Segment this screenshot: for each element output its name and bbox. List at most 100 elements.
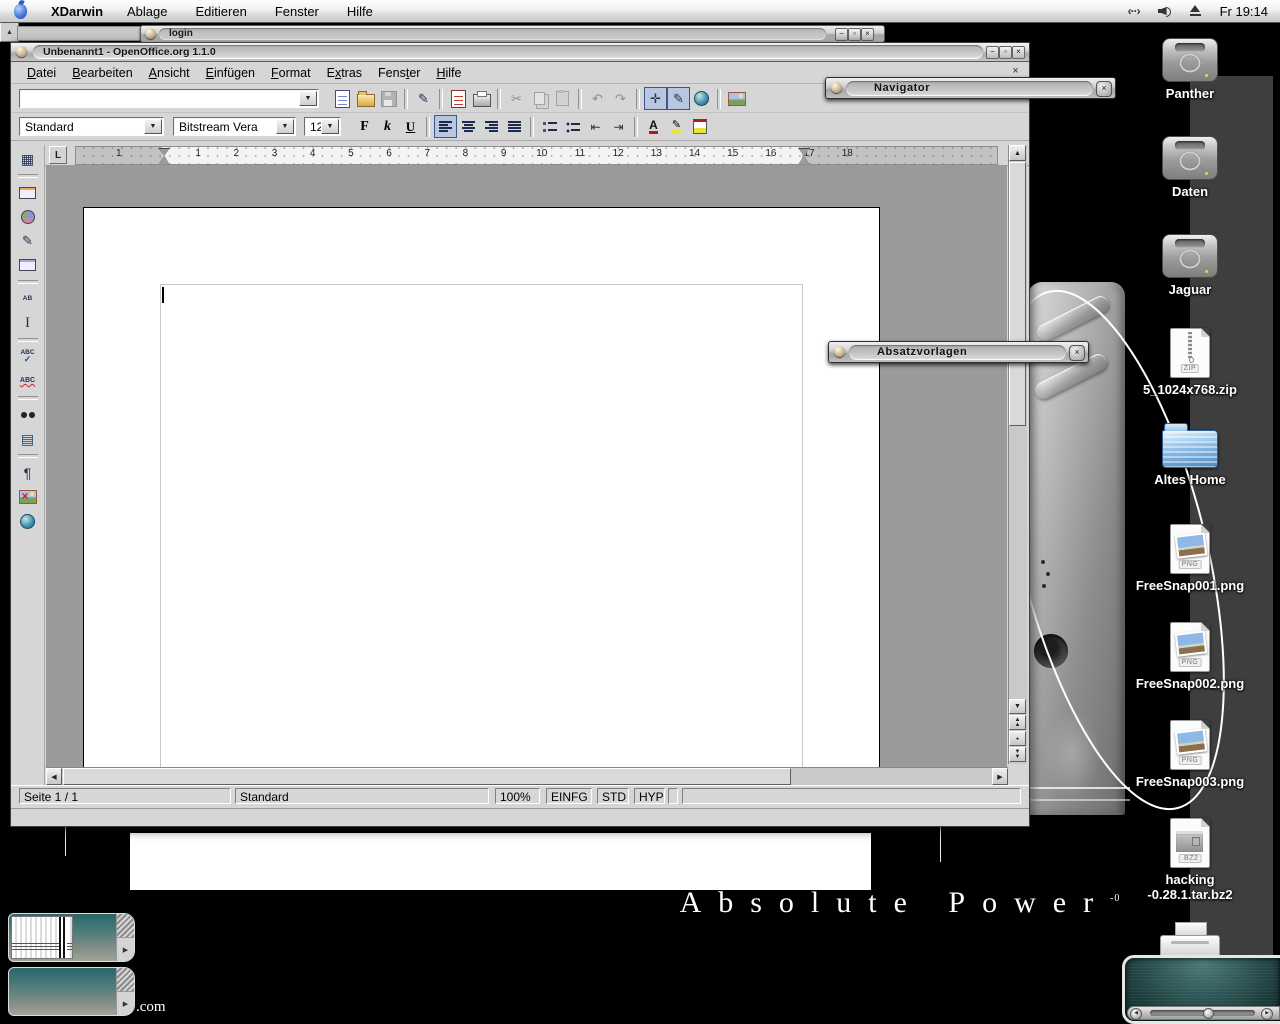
previous-page-button[interactable]: ▲▲ bbox=[1009, 715, 1026, 730]
dropdown-arrow-icon[interactable]: ▼ bbox=[299, 91, 317, 106]
horizontal-scroll-thumb[interactable] bbox=[63, 768, 791, 785]
edit-file-button[interactable]: ✎ bbox=[412, 87, 435, 110]
status-zoom[interactable]: 100% bbox=[495, 788, 540, 804]
desktop-icon-freesnap001[interactable]: PNG FreeSnap001.png bbox=[1125, 524, 1255, 593]
save-button[interactable] bbox=[377, 87, 400, 110]
menu-item[interactable]: Bearbeiten bbox=[64, 66, 140, 80]
close-button[interactable]: × bbox=[1096, 81, 1112, 97]
stylist-toggle-button[interactable]: ✎ bbox=[667, 87, 690, 110]
align-center-button[interactable] bbox=[457, 115, 480, 138]
close-button[interactable]: × bbox=[1069, 345, 1085, 361]
numbered-list-button[interactable] bbox=[538, 115, 561, 138]
menu-item[interactable]: Ansicht bbox=[141, 66, 198, 80]
italic-button[interactable]: k bbox=[376, 115, 399, 138]
desktop-icon-zip-file[interactable]: ZIP 5_1024x768.zip bbox=[1125, 328, 1255, 397]
scroll-up-button[interactable]: ▲ bbox=[1009, 145, 1026, 161]
dropdown-arrow-icon[interactable]: ▼ bbox=[321, 119, 339, 134]
underline-button[interactable]: U bbox=[399, 115, 422, 138]
align-left-button[interactable] bbox=[434, 115, 457, 138]
scroll-left-button[interactable]: ◀ bbox=[46, 768, 62, 785]
slider-knob[interactable] bbox=[1203, 1008, 1214, 1019]
desktop-icon-panther[interactable]: Panther bbox=[1125, 38, 1255, 101]
scroll-right-knob[interactable]: ▶ bbox=[1261, 1008, 1273, 1020]
new-document-button[interactable] bbox=[331, 87, 354, 110]
navigation-dot-button[interactable]: ● bbox=[1009, 731, 1026, 746]
network-status-icon[interactable]: ‹··› bbox=[1128, 4, 1140, 18]
draw-functions-button[interactable]: ✎ bbox=[15, 229, 40, 253]
find-replace-button[interactable] bbox=[15, 403, 40, 427]
expand-arrow-icon[interactable]: ▶ bbox=[117, 992, 134, 1015]
desktop-icon-hacking-archive[interactable]: .BZ2 hacking -0.28.1.tar.bz2 bbox=[1125, 818, 1255, 902]
nonprinting-characters-button[interactable]: ¶ bbox=[15, 461, 40, 485]
autotext-button[interactable]: AB bbox=[15, 287, 40, 311]
openoffice-titlebar[interactable]: Unbenannt1 - OpenOffice.org 1.1.0 − ▫ × bbox=[11, 43, 1029, 62]
close-button[interactable]: × bbox=[1012, 46, 1025, 59]
window-knob[interactable] bbox=[834, 346, 845, 357]
hyperlink-button[interactable] bbox=[690, 87, 713, 110]
dropdown-arrow-icon[interactable]: ▼ bbox=[276, 119, 294, 134]
data-sources-button[interactable]: ▤ bbox=[15, 427, 40, 451]
increase-indent-button[interactable]: ⇥ bbox=[607, 115, 630, 138]
text-cursor-button[interactable]: I bbox=[15, 311, 40, 335]
font-size-combo[interactable]: 12 ▼ bbox=[304, 117, 341, 136]
minimized-window-bottom[interactable]: ▶ bbox=[8, 967, 135, 1016]
tab-type-selector[interactable]: L bbox=[49, 146, 67, 164]
background-color-button[interactable] bbox=[688, 115, 711, 138]
minimize-button[interactable]: − bbox=[835, 28, 848, 41]
menu-item[interactable]: Einfügen bbox=[198, 66, 263, 80]
menubar-item[interactable]: Editieren bbox=[196, 4, 247, 19]
teal-screen-widget[interactable]: ◀ ▶ bbox=[1122, 955, 1280, 1024]
desktop-icon-altes-home[interactable]: Altes Home bbox=[1125, 430, 1255, 487]
login-window-titlebar[interactable]: login − ▫ × bbox=[140, 25, 885, 43]
menu-item[interactable]: Extras bbox=[319, 66, 370, 80]
graphics-toggle-button[interactable]: × bbox=[15, 485, 40, 509]
desktop-icon-freesnap002[interactable]: PNG FreeSnap002.png bbox=[1125, 622, 1255, 691]
navigator-floating-titlebar[interactable]: Navigator × bbox=[825, 77, 1116, 99]
volume-icon[interactable] bbox=[1158, 5, 1171, 17]
close-button[interactable]: × bbox=[861, 28, 874, 41]
export-pdf-button[interactable] bbox=[447, 87, 470, 110]
expand-arrow-icon[interactable]: ▶ bbox=[117, 938, 134, 961]
bold-button[interactable]: F bbox=[353, 115, 376, 138]
font-color-button[interactable]: A bbox=[642, 115, 665, 138]
apple-menu-icon[interactable] bbox=[14, 4, 27, 19]
insert-table-button[interactable]: ▦ bbox=[15, 147, 40, 171]
window-knob[interactable] bbox=[16, 46, 27, 57]
resize-grip-icon[interactable] bbox=[117, 914, 134, 938]
menubar-app-name[interactable]: XDarwin bbox=[51, 4, 103, 19]
form-functions-button[interactable] bbox=[15, 253, 40, 277]
document-page[interactable] bbox=[83, 207, 880, 788]
paragraph-style-combo[interactable]: Standard ▼ bbox=[19, 117, 164, 136]
status-insert-mode[interactable]: EINFG bbox=[546, 788, 592, 804]
scroll-down-button[interactable]: ▼ bbox=[1009, 699, 1026, 714]
menu-item[interactable]: Datei bbox=[19, 66, 64, 80]
horizontal-scrollbar[interactable]: ◀ ▶ bbox=[46, 767, 1008, 786]
auto-spellcheck-button[interactable]: ABC bbox=[15, 369, 40, 393]
paste-button[interactable] bbox=[551, 87, 574, 110]
cut-button[interactable]: ✂ bbox=[505, 87, 528, 110]
eject-icon[interactable] bbox=[1189, 5, 1202, 17]
menu-item[interactable]: Fenster bbox=[370, 66, 428, 80]
online-layout-button[interactable] bbox=[15, 509, 40, 533]
resize-grip-icon[interactable] bbox=[117, 968, 134, 992]
window-knob[interactable] bbox=[145, 28, 156, 39]
window-knob[interactable] bbox=[831, 82, 842, 93]
redo-button[interactable]: ↷ bbox=[609, 87, 632, 110]
align-right-button[interactable] bbox=[480, 115, 503, 138]
print-button[interactable] bbox=[470, 87, 493, 110]
menubar-clock[interactable]: Fr 19:14 bbox=[1220, 4, 1268, 19]
menu-item[interactable]: Hilfe bbox=[428, 66, 469, 80]
bullet-list-button[interactable] bbox=[561, 115, 584, 138]
dropdown-arrow-icon[interactable]: ▼ bbox=[144, 119, 162, 134]
maximize-button[interactable]: ▫ bbox=[999, 46, 1012, 59]
vertical-scroll-thumb[interactable] bbox=[1009, 162, 1026, 426]
gallery-button[interactable] bbox=[725, 87, 748, 110]
navigator-toggle-button[interactable]: ✛ bbox=[644, 87, 667, 110]
stylist-floating-titlebar[interactable]: Absatzvorlagen × bbox=[828, 341, 1089, 363]
font-name-combo[interactable]: Bitstream Vera ▼ bbox=[173, 117, 296, 136]
open-button[interactable] bbox=[354, 87, 377, 110]
scroll-right-button[interactable]: ▶ bbox=[992, 768, 1008, 785]
vertical-scrollbar[interactable]: ▲ ▼ ▲▲ ● ▼▼ bbox=[1008, 145, 1027, 764]
scroll-left-knob[interactable]: ◀ bbox=[1130, 1008, 1142, 1020]
spellcheck-button[interactable]: ABC✓ bbox=[15, 345, 40, 369]
